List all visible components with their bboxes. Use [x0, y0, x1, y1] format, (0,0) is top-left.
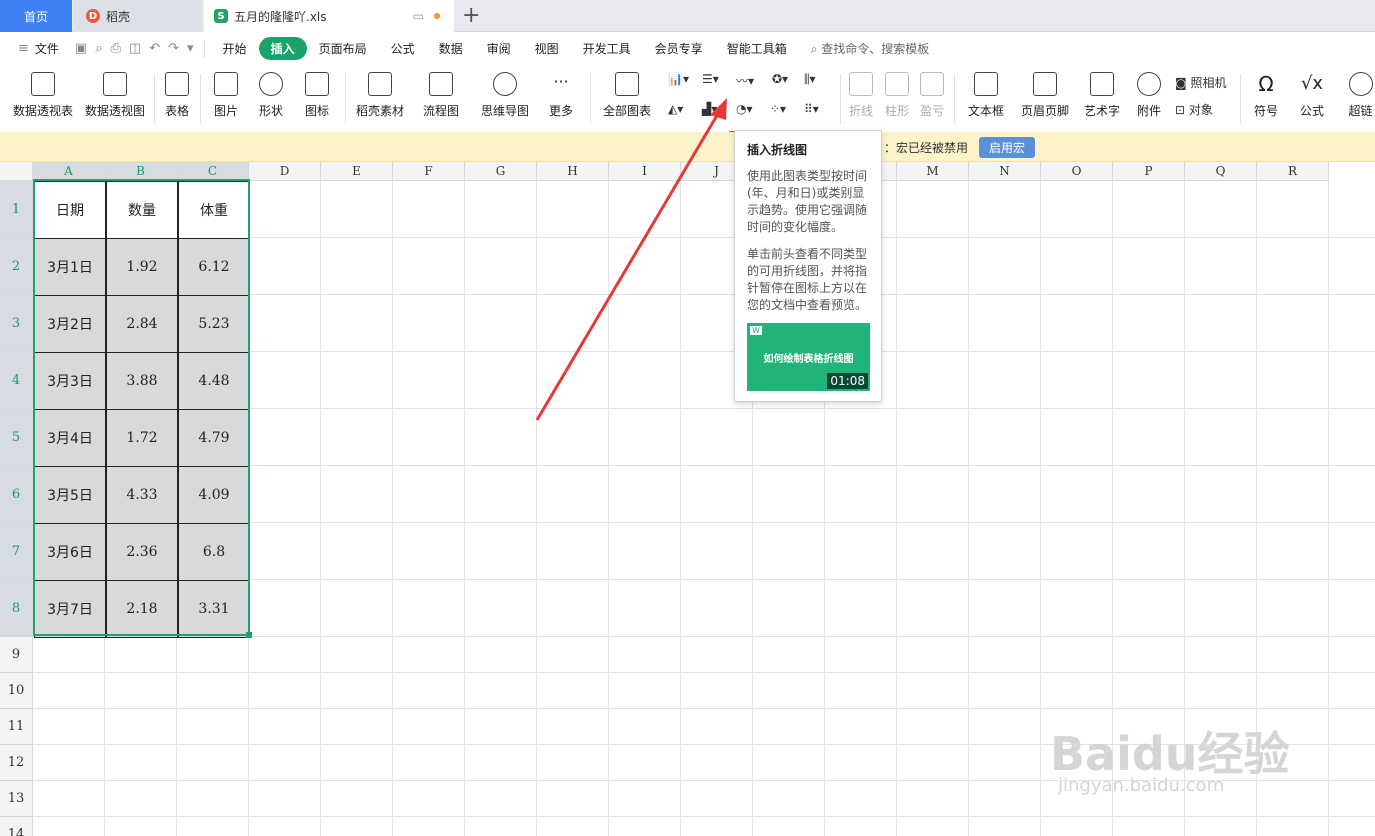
annotation-arrow [535, 98, 727, 421]
watermark-url: jingyan.baidu.com [1058, 775, 1225, 796]
